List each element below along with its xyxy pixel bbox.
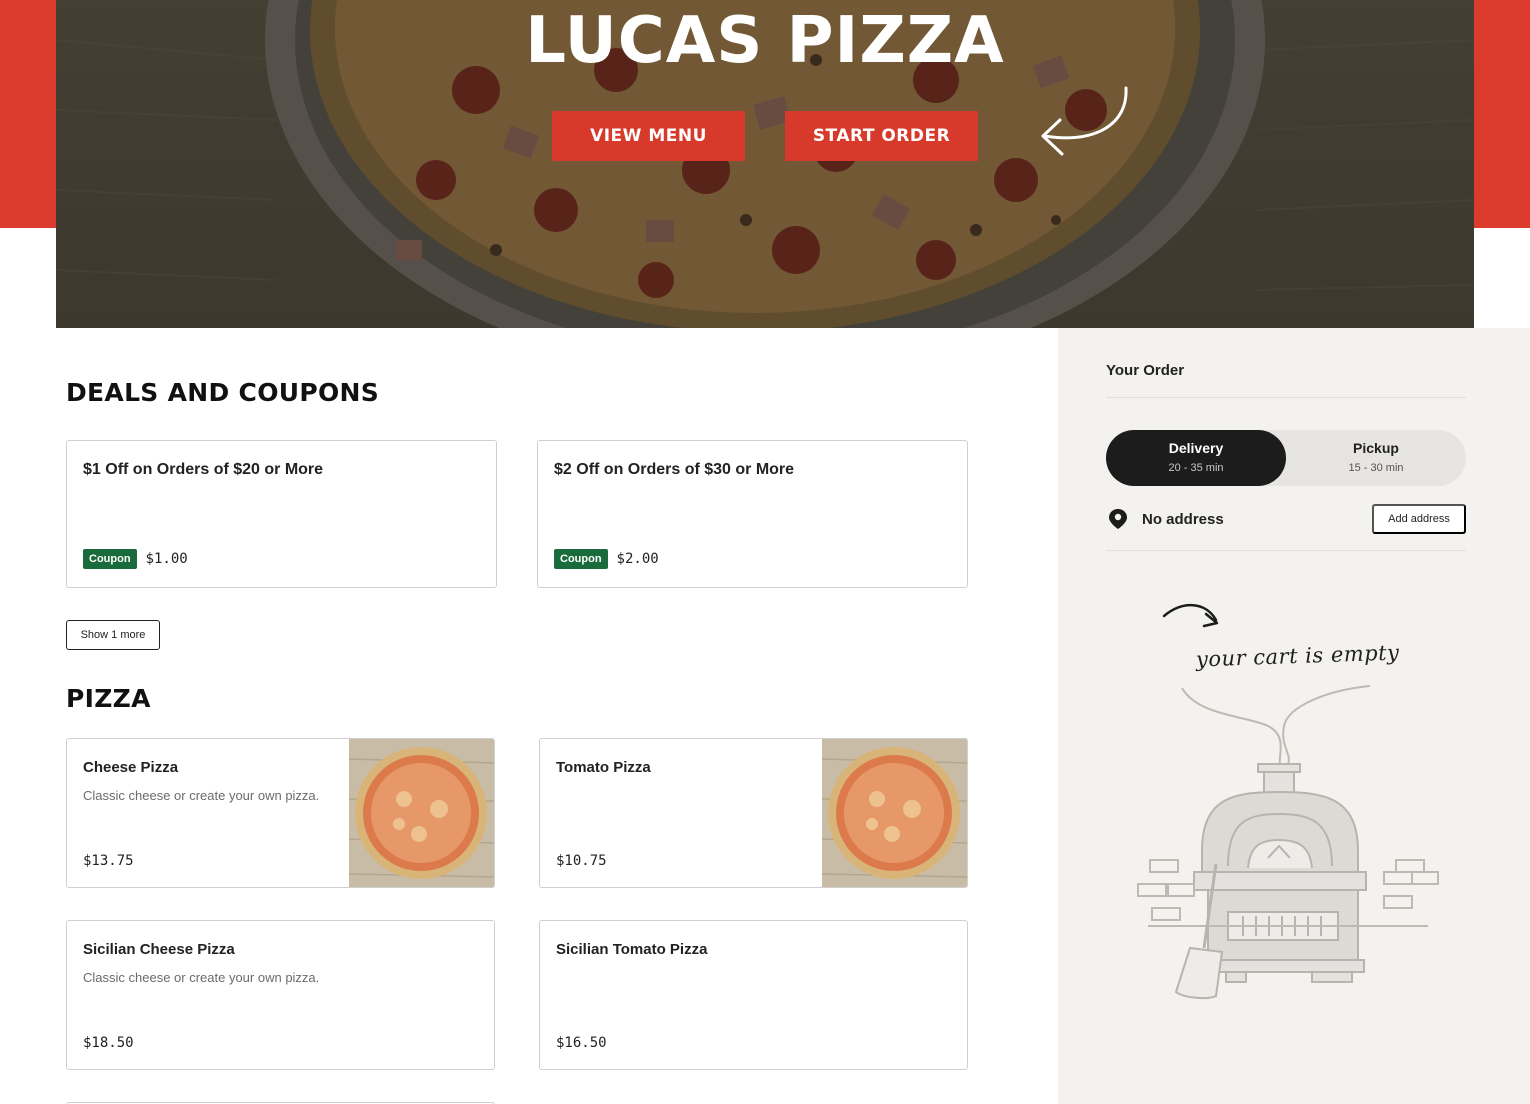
show-more-deals-button[interactable]: Show 1 more bbox=[66, 620, 160, 650]
deal-card[interactable]: $2 Off on Orders of $30 or More Coupon $… bbox=[537, 440, 968, 588]
menu-item-name: Sicilian Tomato Pizza bbox=[556, 941, 708, 958]
hero-banner: LUCAS PIZZA VIEW MENU START ORDER bbox=[56, 0, 1474, 328]
order-sidebar: Your Order Delivery 20 - 35 min Pickup 1… bbox=[1058, 328, 1530, 1104]
menu-item-card[interactable]: Cheese Pizza Classic cheese or create yo… bbox=[66, 738, 495, 888]
menu-item-name: Cheese Pizza bbox=[83, 759, 179, 776]
coupon-badge: Coupon bbox=[554, 549, 608, 569]
location-pin-icon bbox=[1109, 509, 1127, 529]
pizza-section-title: PIZZA bbox=[66, 684, 151, 713]
pickup-time: 15 - 30 min bbox=[1348, 462, 1404, 474]
menu-item-description: Classic cheese or create your own pizza. bbox=[83, 788, 320, 803]
deal-card[interactable]: $1 Off on Orders of $20 or More Coupon $… bbox=[66, 440, 497, 588]
divider bbox=[1106, 550, 1466, 551]
deals-section-title: DEALS AND COUPONS bbox=[66, 378, 380, 407]
add-address-button[interactable]: Add address bbox=[1372, 504, 1466, 534]
deal-price-row: Coupon $1.00 bbox=[83, 549, 188, 569]
deal-title: $1 Off on Orders of $20 or More bbox=[83, 461, 324, 478]
curved-arrow-icon bbox=[1041, 86, 1128, 156]
deal-title: $2 Off on Orders of $30 or More bbox=[554, 461, 795, 478]
address-row: No address Add address bbox=[1106, 504, 1466, 534]
menu-item-card[interactable]: Tomato Pizza $10.75 bbox=[539, 738, 968, 888]
menu-item-price: $16.50 bbox=[556, 1035, 607, 1051]
cheese-pizza-image bbox=[349, 739, 494, 887]
fulfillment-toggle: Delivery 20 - 35 min Pickup 15 - 30 min bbox=[1106, 430, 1466, 486]
divider bbox=[1106, 397, 1466, 398]
address-text: No address bbox=[1142, 511, 1224, 528]
tomato-pizza-image bbox=[822, 739, 967, 887]
page: LUCAS PIZZA VIEW MENU START ORDER DEALS … bbox=[0, 0, 1530, 1104]
menu-item-price: $18.50 bbox=[83, 1035, 134, 1051]
delivery-time: 20 - 35 min bbox=[1168, 462, 1224, 474]
deal-price-row: Coupon $2.00 bbox=[554, 549, 659, 569]
menu-item-name: Tomato Pizza bbox=[556, 759, 651, 776]
delivery-label: Delivery bbox=[1168, 440, 1224, 456]
delivery-option[interactable]: Delivery 20 - 35 min bbox=[1106, 430, 1286, 486]
coupon-badge: Coupon bbox=[83, 549, 137, 569]
pickup-label: Pickup bbox=[1353, 440, 1399, 456]
menu-item-name: Sicilian Cheese Pizza bbox=[83, 941, 235, 958]
menu-item-card[interactable]: Sicilian Cheese Pizza Classic cheese or … bbox=[66, 920, 495, 1070]
pickup-option[interactable]: Pickup 15 - 30 min bbox=[1286, 430, 1466, 486]
deal-price: $2.00 bbox=[616, 551, 659, 567]
order-title: Your Order bbox=[1106, 362, 1185, 379]
restaurant-title: LUCAS PIZZA bbox=[525, 4, 1005, 78]
view-menu-button[interactable]: VIEW MENU bbox=[552, 111, 745, 161]
menu-item-price: $13.75 bbox=[83, 853, 134, 869]
start-order-button[interactable]: START ORDER bbox=[785, 111, 978, 161]
deal-price: $1.00 bbox=[145, 551, 188, 567]
menu-item-card[interactable]: Sicilian Tomato Pizza $16.50 bbox=[539, 920, 968, 1070]
menu-item-price: $10.75 bbox=[556, 853, 607, 869]
menu-item-description: Classic cheese or create your own pizza. bbox=[83, 970, 320, 985]
